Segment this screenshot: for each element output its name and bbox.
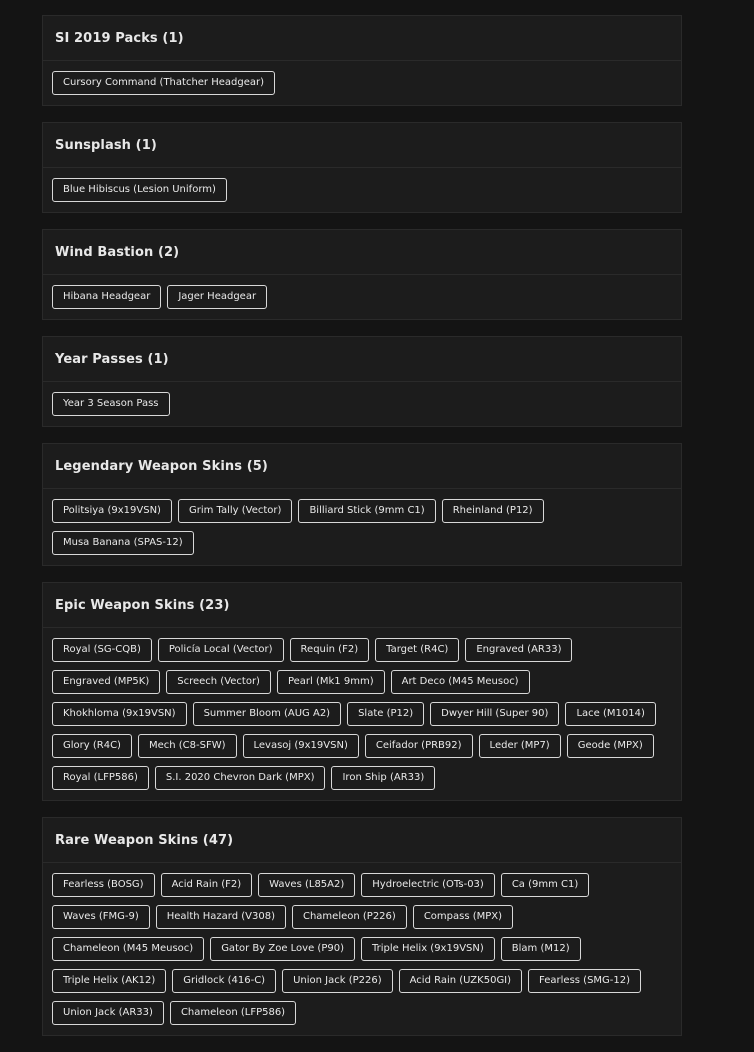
item-chip[interactable]: Chameleon (P226) xyxy=(291,905,407,929)
item-chip[interactable]: Royal (LFP586) xyxy=(52,766,149,790)
item-chip[interactable]: Screech (Vector) xyxy=(166,670,271,694)
section-items: Year 3 Season Pass xyxy=(43,382,681,426)
item-chip[interactable]: Royal (SG-CQB) xyxy=(52,638,152,662)
item-chip[interactable]: Summer Bloom (AUG A2) xyxy=(192,702,342,726)
collection-list: SI 2019 Packs (1) Cursory Command (Thatch… xyxy=(42,15,682,1052)
collection-section: Sunsplash (1) Blue Hibiscus (Lesion Unifo… xyxy=(42,122,682,213)
section-title: Year Passes (1) xyxy=(43,337,681,382)
item-chip[interactable]: Chameleon (M45 Meusoc) xyxy=(52,937,205,961)
item-chip[interactable]: Lace (M1014) xyxy=(565,702,656,726)
item-chip[interactable]: Fearless (SMG-12) xyxy=(528,969,642,993)
item-chip[interactable]: Acid Rain (UZK50GI) xyxy=(398,969,523,993)
item-chip[interactable]: Blue Hibiscus (Lesion Uniform) xyxy=(52,178,227,202)
collection-section: SI 2019 Packs (1) Cursory Command (Thatch… xyxy=(42,15,682,106)
item-chip[interactable]: Dwyer Hill (Super 90) xyxy=(430,702,560,726)
item-chip[interactable]: Leder (MP7) xyxy=(478,734,561,758)
item-chip[interactable]: Slate (P12) xyxy=(347,702,425,726)
section-items: Hibana Headgear Jager Headgear xyxy=(43,275,681,319)
item-chip[interactable]: Glory (R4C) xyxy=(52,734,132,758)
collection-section: Legendary Weapon Skins (5) Politsiya (9x1… xyxy=(42,443,682,566)
item-chip[interactable]: Musa Banana (SPAS-12) xyxy=(52,531,194,555)
item-chip[interactable]: Ca (9mm C1) xyxy=(500,873,590,897)
item-chip[interactable]: Chameleon (LFP586) xyxy=(169,1001,297,1025)
item-chip[interactable]: Policía Local (Vector) xyxy=(157,638,284,662)
item-chip[interactable]: Target (R4C) xyxy=(375,638,460,662)
item-chip[interactable]: Blam (M12) xyxy=(500,937,581,961)
section-title: Wind Bastion (2) xyxy=(43,230,681,275)
item-chip[interactable]: Compass (MPX) xyxy=(412,905,514,929)
item-chip[interactable]: Triple Helix (AK12) xyxy=(52,969,167,993)
item-chip[interactable]: Gridlock (416-C) xyxy=(172,969,277,993)
item-chip[interactable]: Levasoj (9x19VSN) xyxy=(242,734,359,758)
collection-section: Rare Weapon Skins (47) Fearless (BOSG) Aci… xyxy=(42,817,682,1036)
collection-section: Wind Bastion (2) Hibana Headgear Jager Hea… xyxy=(42,229,682,320)
section-title: SI 2019 Packs (1) xyxy=(43,16,681,61)
item-chip[interactable]: Union Jack (P226) xyxy=(282,969,393,993)
item-chip[interactable]: Iron Ship (AR33) xyxy=(331,766,436,790)
item-chip[interactable]: Hibana Headgear xyxy=(52,285,162,309)
item-chip[interactable]: Acid Rain (F2) xyxy=(160,873,253,897)
item-chip[interactable]: Waves (L85A2) xyxy=(258,873,356,897)
item-chip[interactable]: Year 3 Season Pass xyxy=(52,392,170,416)
item-chip[interactable]: Politsiya (9x19VSN) xyxy=(52,499,172,523)
item-chip[interactable]: Requin (F2) xyxy=(289,638,370,662)
section-title: Rare Weapon Skins (47) xyxy=(43,818,681,863)
collection-section: Epic Weapon Skins (23) Royal (SG-CQB) Poli… xyxy=(42,582,682,801)
section-items: Fearless (BOSG) Acid Rain (F2) Waves (L85A… xyxy=(43,863,681,1035)
item-chip[interactable]: Ceifador (PRB92) xyxy=(364,734,473,758)
item-chip[interactable]: Health Hazard (V308) xyxy=(155,905,286,929)
item-chip[interactable]: Hydroelectric (OTs-03) xyxy=(361,873,495,897)
item-chip[interactable]: Engraved (AR33) xyxy=(465,638,573,662)
item-chip[interactable]: Billiard Stick (9mm C1) xyxy=(298,499,436,523)
section-items: Blue Hibiscus (Lesion Uniform) xyxy=(43,168,681,212)
item-chip[interactable]: Fearless (BOSG) xyxy=(52,873,155,897)
section-items: Royal (SG-CQB) Policía Local (Vector) Requ… xyxy=(43,628,681,800)
item-chip[interactable]: Mech (C8-SFW) xyxy=(137,734,237,758)
section-title: Legendary Weapon Skins (5) xyxy=(43,444,681,489)
item-chip[interactable]: Khokhloma (9x19VSN) xyxy=(52,702,187,726)
section-title: Sunsplash (1) xyxy=(43,123,681,168)
item-chip[interactable]: Cursory Command (Thatcher Headgear) xyxy=(52,71,276,95)
item-chip[interactable]: Rheinland (P12) xyxy=(441,499,544,523)
item-chip[interactable]: Union Jack (AR33) xyxy=(52,1001,164,1025)
collection-section: Year Passes (1) Year 3 Season Pass xyxy=(42,336,682,427)
item-chip[interactable]: Engraved (MP5K) xyxy=(52,670,161,694)
item-chip[interactable]: Art Deco (M45 Meusoc) xyxy=(390,670,530,694)
section-items: Cursory Command (Thatcher Headgear) xyxy=(43,61,681,105)
item-chip[interactable]: Gator By Zoe Love (P90) xyxy=(210,937,355,961)
section-items: Politsiya (9x19VSN) Grim Tally (Vector) Bi… xyxy=(43,489,681,565)
item-chip[interactable]: Pearl (Mk1 9mm) xyxy=(276,670,385,694)
item-chip[interactable]: S.I. 2020 Chevron Dark (MPX) xyxy=(154,766,326,790)
section-title: Epic Weapon Skins (23) xyxy=(43,583,681,628)
item-chip[interactable]: Triple Helix (9x19VSN) xyxy=(360,937,495,961)
item-chip[interactable]: Geode (MPX) xyxy=(566,734,654,758)
item-chip[interactable]: Grim Tally (Vector) xyxy=(177,499,293,523)
item-chip[interactable]: Jager Headgear xyxy=(167,285,268,309)
item-chip[interactable]: Waves (FMG-9) xyxy=(52,905,150,929)
